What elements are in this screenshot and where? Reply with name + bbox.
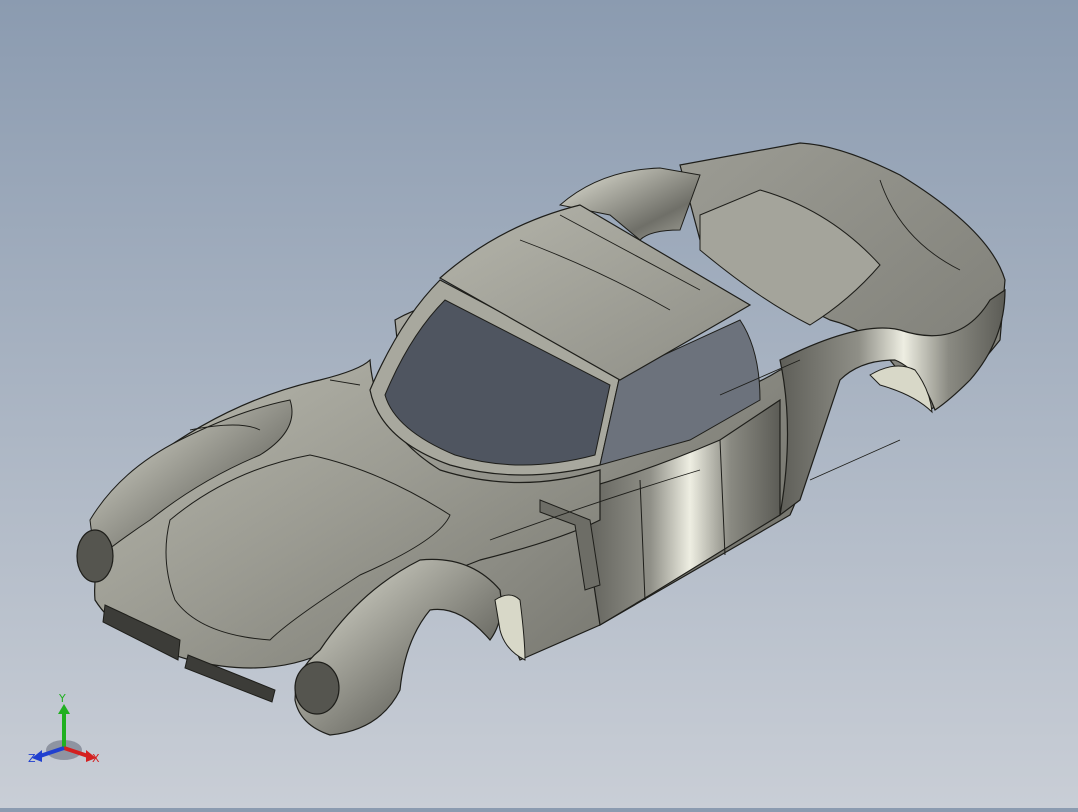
- triad-y-arrow: [58, 704, 70, 714]
- triad-y-label: Y: [58, 692, 66, 705]
- triad-z-label: Z: [28, 752, 36, 765]
- headlight-right: [294, 661, 340, 715]
- car-body-model[interactable]: [0, 0, 1078, 808]
- front-wheel-arch: [494, 594, 526, 661]
- view-orientation-triad: Y X Z: [22, 690, 112, 780]
- triad-x-label: X: [92, 752, 100, 765]
- headlight-left: [76, 529, 114, 583]
- 3d-viewport[interactable]: Y X Z: [0, 0, 1078, 808]
